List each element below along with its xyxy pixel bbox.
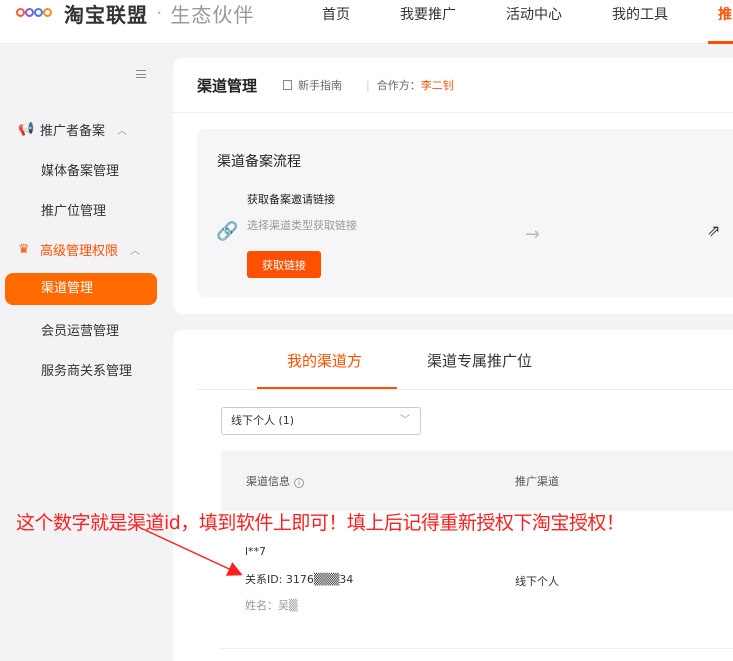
channel-type-select[interactable]: 线下个人 (1) ﹀: [221, 407, 421, 435]
divider: [197, 389, 733, 390]
get-link-button[interactable]: 获取链接: [247, 251, 321, 278]
megaphone-icon: 📢: [18, 122, 35, 137]
sidebar-group-advanced[interactable]: ♛ 高级管理权限 ︿: [18, 240, 140, 259]
arrow-right-icon: →: [525, 224, 541, 245]
th-label: 渠道信息: [246, 475, 290, 488]
nav-tools[interactable]: 我的工具: [612, 4, 668, 24]
logo-subtitle: 生态伙伴: [170, 2, 255, 27]
cell-nick: l**7: [245, 545, 267, 558]
cell-name: 姓名：吴▒: [245, 599, 298, 612]
flow-box: 渠道备案流程 🔗 获取备案邀请链接 选择渠道类型获取链接 获取链接 → ⇗: [197, 129, 733, 297]
info-icon[interactable]: i: [294, 478, 304, 488]
cell-channel: 线下个人: [515, 575, 559, 588]
cell-relation-id: 关系ID: 3176▒▒▒34: [245, 573, 354, 586]
select-value: 线下个人 (1): [231, 414, 295, 427]
step-title: 获取备案邀请链接: [247, 193, 335, 206]
share-icon: ⇗: [707, 221, 721, 240]
channel-list-card: 我的渠道方 渠道专属推广位 线下个人 (1) ﹀ 渠道信息 i 推广渠道 l**7…: [173, 330, 733, 661]
table-header: 渠道信息 i 推广渠道: [221, 451, 733, 511]
top-header: 淘宝联盟 · 生态伙伴 首页 我要推广 活动中心 我的工具 推: [0, 0, 733, 44]
partner-name: 李二钊: [420, 79, 454, 92]
chevron-up-icon: ︿: [117, 126, 128, 137]
th-channel-info: 渠道信息 i: [246, 473, 304, 489]
row-divider: [221, 648, 733, 649]
chevron-up-icon: ︿: [130, 246, 141, 257]
nav-active-item[interactable]: 推: [718, 4, 732, 24]
chevron-down-icon: ﹀: [400, 415, 410, 426]
sidebar-item-member[interactable]: 会员运营管理: [41, 320, 119, 339]
link-icon: 🔗: [216, 221, 239, 242]
logo-brand: 淘宝联盟: [64, 2, 148, 27]
nav-active-underline: [708, 41, 733, 44]
sidebar-item-adzone[interactable]: 推广位管理: [41, 200, 106, 219]
sidebar-group-label: 高级管理权限: [40, 244, 119, 259]
page-title: 渠道管理: [197, 77, 258, 95]
guide-label: 新手指南: [298, 79, 342, 92]
logo-separator: ·: [156, 1, 163, 25]
crown-icon: ♛: [18, 242, 30, 257]
sidebar-group-label: 推广者备案: [40, 124, 106, 139]
divider: [173, 112, 733, 113]
annotation-text: 这个数字就是渠道id，填到软件上即可！填上后记得重新授权下淘宝授权！: [16, 512, 625, 534]
guide-link[interactable]: 新手指南: [283, 77, 342, 93]
sidebar-item-channel[interactable]: 渠道管理: [5, 273, 157, 305]
channel-header-card: 渠道管理 新手指南 | 合作方：李二钊 渠道备案流程 🔗 获取备案邀请链接 选择…: [173, 58, 733, 314]
sidebar-group-promoter[interactable]: 📢 推广者备案 ︿: [18, 120, 127, 139]
nav-activity[interactable]: 活动中心: [506, 4, 562, 24]
partner-label: 合作方：: [376, 79, 421, 92]
nav-home[interactable]: 首页: [322, 4, 350, 24]
sidebar: 📢 推广者备案 ︿ 媒体备案管理 推广位管理 ♛ 高级管理权限 ︿ 渠道管理 会…: [0, 44, 166, 661]
step-desc: 选择渠道类型获取链接: [247, 219, 357, 232]
sidebar-item-provider[interactable]: 服务商关系管理: [41, 360, 132, 379]
logo[interactable]: 淘宝联盟 · 生态伙伴: [16, 0, 255, 27]
taobao-union-logo-icon: [16, 4, 56, 22]
flow-title: 渠道备案流程: [217, 154, 301, 170]
partner-info: | 合作方：李二钊: [366, 79, 454, 92]
menu-collapse-icon[interactable]: [136, 70, 146, 78]
th-promo-channel: 推广渠道: [515, 475, 559, 488]
nav-promote[interactable]: 我要推广: [400, 4, 456, 24]
tab-my-channels[interactable]: 我的渠道方: [287, 350, 362, 371]
tab-channel-adzone[interactable]: 渠道专属推广位: [427, 350, 532, 371]
book-icon: [283, 80, 292, 90]
sidebar-item-media[interactable]: 媒体备案管理: [41, 160, 119, 179]
